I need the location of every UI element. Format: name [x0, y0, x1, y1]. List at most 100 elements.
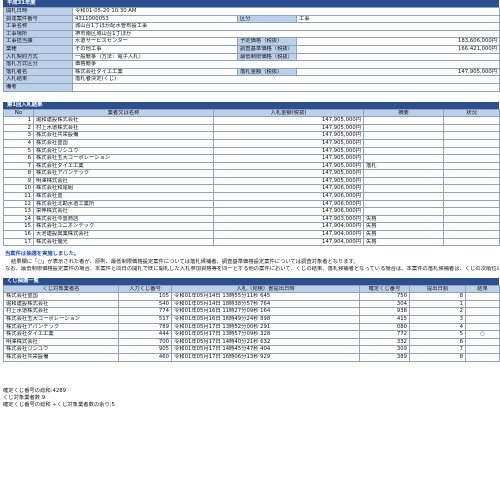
bid-amount: 147,906,000円 — [213, 199, 364, 209]
bid-status — [443, 176, 500, 186]
bid-status — [443, 154, 500, 163]
info-label-2: 最低制限価格（税抜） — [237, 52, 297, 62]
input-number: 700 — [118, 337, 172, 347]
bid-memo: 失格 — [363, 222, 444, 232]
bidder-name: 株式会社アパンテック — [33, 169, 214, 178]
bid-status — [443, 192, 500, 201]
table-row: 2 村上水道株式会社 147,905,000円 — [3, 123, 500, 133]
bid-memo — [363, 184, 444, 194]
lottery-table: くじ対象業者名 入力くじ番号 入札（見積）書提出日時 確定くじ番号 提出日順 結果 株式会… — [3, 284, 500, 362]
table-row: 17 株式会社優光 147,904,000円 失格 — [3, 237, 500, 247]
table-row: 株式会社ジシユウ 905 令和01年05月17日 14時45分47秒 404 309 7 — [3, 345, 500, 354]
bid-amount: 147,903,000円 — [213, 214, 364, 224]
bid-amount: 147,905,000円 — [213, 169, 364, 178]
bid-amount: 147,904,000円 — [213, 222, 364, 232]
info-label-2: 落札金額（税抜） — [237, 67, 297, 77]
table-row: 13 栄伸株式会社 147,906,000円 — [3, 207, 500, 216]
info-value: 城山台1丁ほか配水管布設工事 — [71, 22, 500, 31]
info-value-2: 147,905,000円 — [295, 67, 500, 77]
lottery-paragraph-1: 結果欄に「○」が表示された者が、原則、最低制限価格設定案件については落札候補者、… — [11, 259, 359, 266]
lottery-header: 提出日順 — [409, 284, 466, 294]
page: 平成31年度 開札日時 令和01-05-20 10:30 AM 調達案件番号 4 3 11… — [3, 0, 500, 409]
round1-header: No — [3, 108, 34, 118]
table-row: 11 株式会社豊 147,906,000円 — [3, 192, 500, 201]
bidder-name: 株式会社ユニオンテック — [33, 222, 214, 232]
info-row: 入札結果 落札者決定(くじ) — [3, 75, 500, 84]
info-label: 落札者名 — [3, 67, 73, 77]
bid-amount: 147,905,000円 — [213, 131, 364, 140]
table-row: 12 株式会社北勘水道工業所 147,906,000円 — [3, 199, 500, 209]
table-row: 株式会社五大コーポレーション 517 令和01年05月16日 16時49分24秒 8… — [3, 315, 500, 324]
input-number: 105 — [118, 292, 172, 301]
bid-memo — [363, 123, 444, 133]
submit-order: 4 — [409, 322, 466, 332]
lottery-header: 入札（見積）書提出日時 — [171, 284, 360, 294]
bid-memo: 落札 — [363, 161, 444, 171]
input-number: 774 — [118, 307, 172, 316]
info-value: 堺市南区城山台1丁ほか — [71, 29, 500, 39]
submit-order: 6 — [409, 337, 466, 347]
input-number: 540 — [118, 299, 172, 309]
fixed-number: 080 — [359, 322, 410, 332]
row-no: 15 — [3, 222, 34, 232]
info-row: 開札日時 令和01-05-20 10:30 AM — [3, 7, 500, 16]
bid-status — [443, 184, 500, 194]
submit-order: 5 — [409, 330, 466, 339]
fixed-number: 309 — [359, 345, 410, 354]
lottery-header: くじ対象業者名 — [3, 284, 119, 294]
info-value: 令和01-05-20 10:30 AM — [71, 7, 500, 16]
bid-memo — [363, 176, 444, 186]
bid-memo — [363, 154, 444, 163]
bid-status — [443, 169, 500, 178]
row-no: 16 — [3, 230, 34, 239]
row-no: 11 — [3, 192, 34, 201]
fixed-number: 750 — [359, 292, 410, 301]
info-value: その他工事 — [72, 44, 238, 54]
bid-amount: 147,906,000円 — [213, 192, 364, 201]
round1-header: 入札金額(税抜) — [213, 108, 364, 118]
submit-datetime: 令和01年05月16日 16時49分24秒 898 — [171, 315, 360, 324]
info-value: 価格競争 — [71, 60, 500, 69]
row-no: 13 — [3, 207, 34, 216]
table-row: 株式会社豊国 105 令和01年05月14日 13時55分11秒 645 750 8 — [3, 292, 500, 301]
lottery-result — [465, 292, 500, 301]
bidder-name: 堀和建設株式会社 — [33, 116, 214, 125]
info-label: 入札契約方式 — [3, 52, 73, 62]
bidder-name: 株式会社優光 — [33, 237, 214, 247]
fiscal-year-bar: 平成31年度 — [3, 0, 499, 7]
fixed-number: 389 — [359, 352, 410, 362]
bid-status — [443, 131, 500, 140]
info-label: 調達案件番号 — [3, 14, 73, 24]
bidder-name: 栄伸株式会社 — [33, 207, 214, 216]
table-row: 堀和建設株式会社 540 令和01年05月14日 18時38分57秒 764 304 1 — [3, 299, 500, 309]
bidder-name: 株式会社ダイエ工業 — [33, 161, 214, 171]
lottery-result — [465, 345, 500, 354]
bidder-name: 株式会社豊 — [33, 192, 214, 201]
round1-title: 第1回入札結果 — [3, 101, 499, 109]
lottery-result — [465, 337, 500, 347]
submit-datetime: 令和01年05月14日 13時55分11秒 645 — [171, 292, 360, 301]
lottery-result — [465, 307, 500, 316]
submit-order: 2 — [409, 307, 466, 316]
lottery-paragraph-2: なお、最低制限価格設定案件の場合、本案件と同日の開札で既に開札した入札参加資格等… — [5, 266, 499, 273]
bid-amount: 147,906,000円 — [213, 184, 364, 194]
bid-memo: 失格 — [363, 230, 444, 239]
bid-status — [443, 214, 500, 224]
row-no: 6 — [3, 154, 34, 163]
table-row: 株式会社ダイエ工業 444 令和01年05月17日 13時57分09秒 328 772… — [3, 330, 500, 339]
bid-status — [443, 230, 500, 239]
bid-memo — [363, 199, 444, 209]
fixed-number: 415 — [359, 315, 410, 324]
bidder-name: 株式会社豊国 — [33, 138, 214, 148]
bid-status — [443, 161, 500, 171]
info-row: 落札方式区分 価格競争 — [3, 60, 500, 69]
bid-memo — [363, 192, 444, 201]
table-row: 村上水道株式会社 774 令和01年05月16日 11時27分09秒 164 938 2 — [3, 307, 500, 316]
row-no: 3 — [3, 131, 34, 140]
bid-memo — [363, 116, 444, 125]
summary-line: 確定くじ番号の総和:4289 — [3, 387, 66, 394]
info-label-2: 調査基準価格（税抜） — [237, 44, 297, 54]
table-row: 株式会社共栄設備 460 令和01年05月17日 16時06分13秒 929 389 8 — [3, 352, 500, 362]
bid-status — [443, 123, 500, 133]
bid-memo — [363, 138, 444, 148]
